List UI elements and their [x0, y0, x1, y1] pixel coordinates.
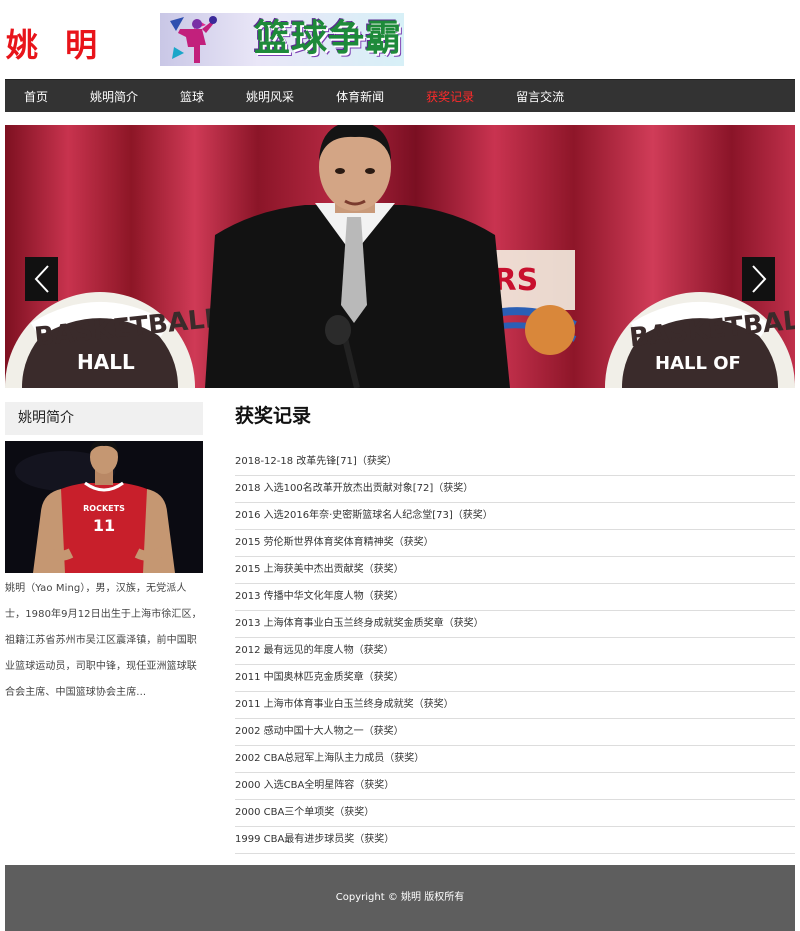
award-item[interactable]: 2015 劳伦斯世界体育奖体育精神奖（获奖）	[235, 530, 795, 557]
slider-next-button[interactable]	[742, 257, 775, 301]
main-content: 获奖记录 2018-12-18 改革先锋[71]（获奖） 2018 入选100名…	[235, 402, 795, 854]
main-nav: 首页 姚明简介 篮球 姚明风采 体育新闻 获奖记录 留言交流	[5, 79, 795, 112]
player-silhouette-icon	[170, 16, 217, 63]
award-item[interactable]: 2018 入选100名改革开放杰出贡献对象[72]（获奖）	[235, 476, 795, 503]
award-item[interactable]: 2000 入选CBA全明星阵容（获奖）	[235, 773, 795, 800]
award-item[interactable]: 2011 中国奥林匹克金质奖章（获奖）	[235, 665, 795, 692]
award-item[interactable]: 2016 入选2016年奈·史密斯篮球名人纪念堂[73]（获奖）	[235, 503, 795, 530]
award-item[interactable]: 2002 感动中国十大人物之一（获奖）	[235, 719, 795, 746]
copyright-text: Copyright © 姚明 版权所有	[335, 892, 465, 903]
award-item[interactable]: 2002 CBA总冠军上海队主力成员（获奖）	[235, 746, 795, 773]
nav-item-sports-news[interactable]: 体育新闻	[336, 88, 384, 105]
nav-item-basketball[interactable]: 篮球	[180, 88, 204, 105]
banner-image: 篮球争霸	[160, 13, 404, 66]
banner-text: 篮球争霸	[254, 18, 403, 59]
award-item[interactable]: 2015 上海获美中杰出贡献奖（获奖）	[235, 557, 795, 584]
player-photo-image: ROCKETS 11	[5, 441, 203, 573]
hero-image: BASKETBALL HALL BASKETBALL HALL OF ERS	[5, 125, 795, 388]
jersey-team-text: ROCKETS	[83, 504, 125, 513]
award-item[interactable]: 2013 传播中华文化年度人物（获奖）	[235, 584, 795, 611]
sidebar-title: 姚明简介	[5, 402, 203, 435]
logo-left-sub-text: HALL	[77, 350, 135, 374]
award-item[interactable]: 2018-12-18 改革先锋[71]（获奖）	[235, 449, 795, 476]
footer: Copyright © 姚明 版权所有	[5, 865, 795, 931]
jersey-number-text: 11	[93, 516, 115, 535]
award-item[interactable]: 1999 CBA最有进步球员奖（获奖）	[235, 827, 795, 854]
sidebar-intro-text: 姚明（Yao Ming），男，汉族，无党派人士，1980年9月12日出生于上海市…	[5, 583, 202, 698]
nav-item-awards[interactable]: 获奖记录	[426, 88, 474, 105]
site-title: 姚 明	[6, 26, 106, 64]
nav-item-guestbook[interactable]: 留言交流	[516, 88, 564, 105]
award-item[interactable]: 2012 最有远见的年度人物（获奖）	[235, 638, 795, 665]
sidebar: 姚明简介 ROCKETS 11 姚明（Yao Ming），男，汉族，无党派人士，…	[5, 402, 203, 706]
chevron-left-icon	[34, 265, 49, 293]
award-item[interactable]: 2013 上海体育事业白玉兰终身成就奖金质奖章（获奖）	[235, 611, 795, 638]
slider-prev-button[interactable]	[25, 257, 58, 301]
nav-item-gallery[interactable]: 姚明风采	[246, 88, 294, 105]
award-item[interactable]: 2011 上海市体育事业白玉兰终身成就奖（获奖）	[235, 692, 795, 719]
hero-slider: BASKETBALL HALL BASKETBALL HALL OF ERS	[5, 125, 795, 388]
logo-right-sub-text: HALL OF	[655, 353, 741, 374]
profile-photo: ROCKETS 11	[5, 441, 203, 573]
nav-item-profile[interactable]: 姚明简介	[90, 88, 138, 105]
chevron-right-icon	[751, 265, 766, 293]
award-list: 2018-12-18 改革先锋[71]（获奖） 2018 入选100名改革开放杰…	[235, 449, 795, 854]
page-title: 获奖记录	[235, 405, 312, 427]
award-item[interactable]: 2000 CBA三个单项奖（获奖）	[235, 800, 795, 827]
nav-item-home[interactable]: 首页	[24, 88, 48, 105]
